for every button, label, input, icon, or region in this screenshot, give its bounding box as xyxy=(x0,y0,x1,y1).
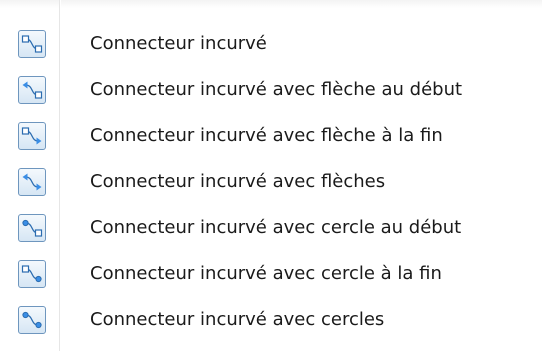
curved-connector-arrow-end-icon xyxy=(18,122,46,150)
curved-connector-circles-icon xyxy=(18,306,46,334)
circle-marker xyxy=(22,311,29,319)
menu-item-curved-connector-circle-end[interactable]: Connecteur incurvé avec cercle à la fin xyxy=(0,252,542,296)
curved-connector-icon xyxy=(18,30,46,58)
square-marker xyxy=(21,35,30,43)
menu-item-curved-connector-circle-start[interactable]: Connecteur incurvé avec cercle au début xyxy=(0,206,542,250)
menu-item-label: Connecteur incurvé avec cercle au début xyxy=(90,217,462,238)
menu-item-curved-connector-arrow-end[interactable]: Connecteur incurvé avec flèche à la fin xyxy=(0,114,542,158)
arrow-marker xyxy=(36,183,42,191)
curved-connector-circle-end-icon xyxy=(18,260,46,288)
square-marker xyxy=(34,45,43,53)
curved-connector-circle-start-icon xyxy=(18,214,46,242)
square-marker xyxy=(34,91,43,99)
menu-item-label: Connecteur incurvé xyxy=(90,33,267,54)
menu-item-curved-connector-arrows[interactable]: Connecteur incurvé avec flèches xyxy=(0,160,542,204)
curved-connector-arrow-start-icon xyxy=(18,76,46,104)
menu-item-curved-connector-circles[interactable]: Connecteur incurvé avec cercles xyxy=(0,298,542,342)
menu-item-label: Connecteur incurvé avec flèche au début xyxy=(90,79,463,100)
square-marker xyxy=(21,265,30,273)
circle-marker xyxy=(35,321,42,329)
menu-item-curved-connector[interactable]: Connecteur incurvé xyxy=(0,22,542,66)
arrow-marker xyxy=(22,81,28,89)
arrow-marker xyxy=(22,173,28,181)
menu-item-label: Connecteur incurvé avec cercle à la fin xyxy=(90,263,442,284)
square-marker xyxy=(21,127,30,135)
menu-top-edge xyxy=(0,0,542,8)
menu-item-curved-connector-arrow-start[interactable]: Connecteur incurvé avec flèche au début xyxy=(0,68,542,112)
menu-item-label: Connecteur incurvé avec flèche à la fin xyxy=(90,125,443,146)
menu-item-label: Connecteur incurvé avec cercles xyxy=(90,309,385,330)
arrow-marker xyxy=(36,137,42,145)
connector-menu: Connecteur incurvé Connecteur incurvé av… xyxy=(0,0,542,351)
square-marker xyxy=(34,229,43,237)
circle-marker xyxy=(35,275,42,283)
menu-item-label: Connecteur incurvé avec flèches xyxy=(90,171,386,192)
curved-connector-line xyxy=(25,176,39,188)
circle-marker xyxy=(22,219,29,227)
curved-connector-arrows-icon xyxy=(18,168,46,196)
